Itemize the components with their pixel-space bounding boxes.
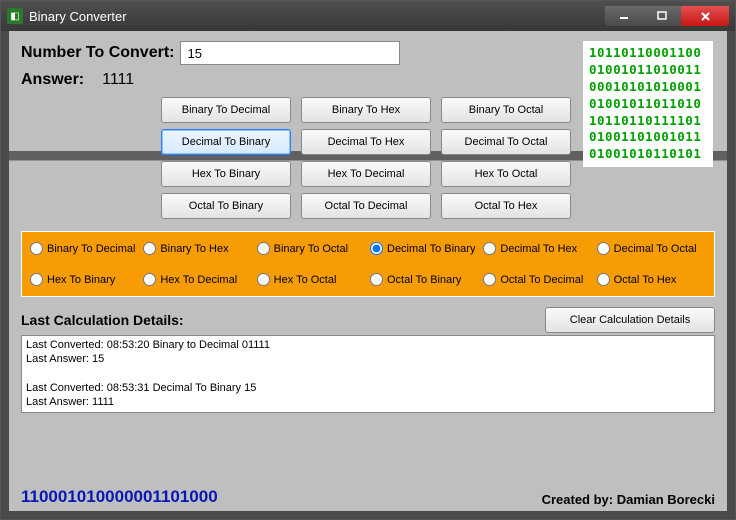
convert-button-octal-to-binary[interactable]: Octal To Binary [161,193,291,219]
radio-binary-to-hex[interactable]: Binary To Hex [143,242,252,255]
radio-label: Binary To Decimal [47,243,135,255]
radio-input[interactable] [143,273,156,286]
footer-binary-text: 110001010000001101000 [21,487,218,507]
window-title: Binary Converter [29,9,605,24]
radio-label: Hex To Octal [274,274,337,286]
convert-button-binary-to-hex[interactable]: Binary To Hex [301,97,431,123]
convert-button-decimal-to-binary[interactable]: Decimal To Binary [161,129,291,155]
radio-input[interactable] [30,242,43,255]
radio-label: Octal To Hex [614,274,677,286]
convert-button-decimal-to-octal[interactable]: Decimal To Octal [441,129,571,155]
convert-button-octal-to-decimal[interactable]: Octal To Decimal [301,193,431,219]
radio-label: Decimal To Hex [500,243,577,255]
radio-octal-to-hex[interactable]: Octal To Hex [597,273,706,286]
radio-binary-to-octal[interactable]: Binary To Octal [257,242,366,255]
titlebar[interactable]: ◧ Binary Converter [1,1,735,31]
radio-input[interactable] [257,273,270,286]
number-input[interactable] [180,41,400,65]
radio-hex-to-binary[interactable]: Hex To Binary [30,273,139,286]
radio-label: Hex To Binary [47,274,115,286]
app-window: ◧ Binary Converter Number To Convert: An… [0,0,736,520]
radio-input[interactable] [483,242,496,255]
radio-input[interactable] [597,242,610,255]
answer-label: Answer: [21,71,84,89]
radio-label: Octal To Decimal [500,274,583,286]
maximize-button[interactable] [643,6,681,26]
radio-input[interactable] [597,273,610,286]
radio-label: Binary To Hex [160,243,228,255]
radio-decimal-to-octal[interactable]: Decimal To Octal [597,242,706,255]
convert-button-hex-to-octal[interactable]: Hex To Octal [441,161,571,187]
clear-details-button[interactable]: Clear Calculation Details [545,307,715,333]
radio-hex-to-decimal[interactable]: Hex To Decimal [143,273,252,286]
radio-hex-to-octal[interactable]: Hex To Octal [257,273,366,286]
last-calc-header: Last Calculation Details: [21,312,545,328]
radio-label: Hex To Decimal [160,274,237,286]
convert-button-decimal-to-hex[interactable]: Decimal To Hex [301,129,431,155]
radio-binary-to-decimal[interactable]: Binary To Decimal [30,242,139,255]
credit-label: Created by: Damian Borecki [542,492,715,507]
radio-input[interactable] [370,242,383,255]
radio-input[interactable] [483,273,496,286]
close-button[interactable] [681,6,729,26]
radio-panel: Binary To Decimal Binary To Hex Binary To … [21,231,715,297]
calculation-details-box[interactable]: Last Converted: 08:53:20 Binary to Decim… [21,335,715,413]
radio-label: Binary To Octal [274,243,348,255]
radio-input[interactable] [370,273,383,286]
radio-input[interactable] [143,242,156,255]
radio-decimal-to-binary[interactable]: Decimal To Binary [370,242,479,255]
app-icon: ◧ [7,8,23,24]
minimize-button[interactable] [605,6,643,26]
radio-octal-to-decimal[interactable]: Octal To Decimal [483,273,592,286]
radio-label: Octal To Binary [387,274,461,286]
window-controls [605,6,729,26]
radio-label: Decimal To Octal [614,243,697,255]
radio-decimal-to-hex[interactable]: Decimal To Hex [483,242,592,255]
convert-button-binary-to-octal[interactable]: Binary To Octal [441,97,571,123]
binary-art-panel: 10110110001100 01001011010011 0001010101… [583,41,713,167]
answer-value: 1111 [102,71,134,89]
convert-button-hex-to-binary[interactable]: Hex To Binary [161,161,291,187]
radio-input[interactable] [30,273,43,286]
convert-button-hex-to-decimal[interactable]: Hex To Decimal [301,161,431,187]
radio-input[interactable] [257,242,270,255]
number-to-convert-label: Number To Convert: [21,44,174,62]
radio-octal-to-binary[interactable]: Octal To Binary [370,273,479,286]
radio-label: Decimal To Binary [387,243,475,255]
convert-button-binary-to-decimal[interactable]: Binary To Decimal [161,97,291,123]
client-area: Number To Convert: Answer: 1111 Binary T… [9,31,727,511]
convert-button-octal-to-hex[interactable]: Octal To Hex [441,193,571,219]
